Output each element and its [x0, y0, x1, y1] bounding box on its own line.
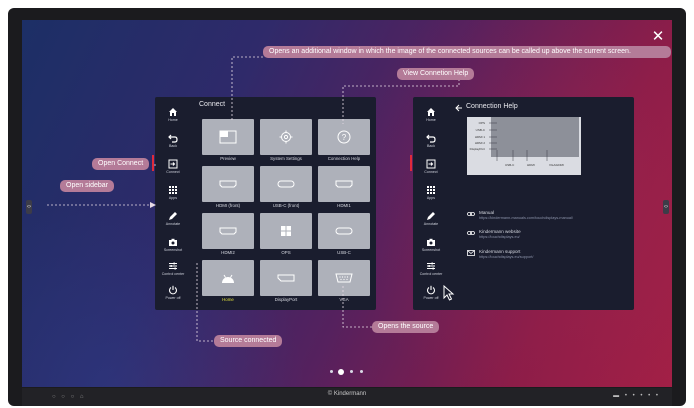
page-dot[interactable]	[360, 370, 363, 373]
callout-open-connect: Open Connect	[92, 158, 150, 170]
callout-open-sidebar: Open sidebar	[60, 180, 115, 192]
page-dot[interactable]	[330, 370, 333, 373]
callout-source-connected: Source connected	[214, 335, 283, 347]
annotation-connectors	[47, 56, 460, 342]
callout-opens-source: Opens the source	[372, 321, 440, 333]
callout-view-help: View Connetion Help	[397, 68, 475, 80]
page-dot-active[interactable]	[338, 368, 344, 375]
mouse-pointer-icon	[443, 285, 455, 301]
callout-preview: Opens an additional window in which the …	[263, 46, 671, 58]
page-dot[interactable]	[350, 370, 353, 373]
